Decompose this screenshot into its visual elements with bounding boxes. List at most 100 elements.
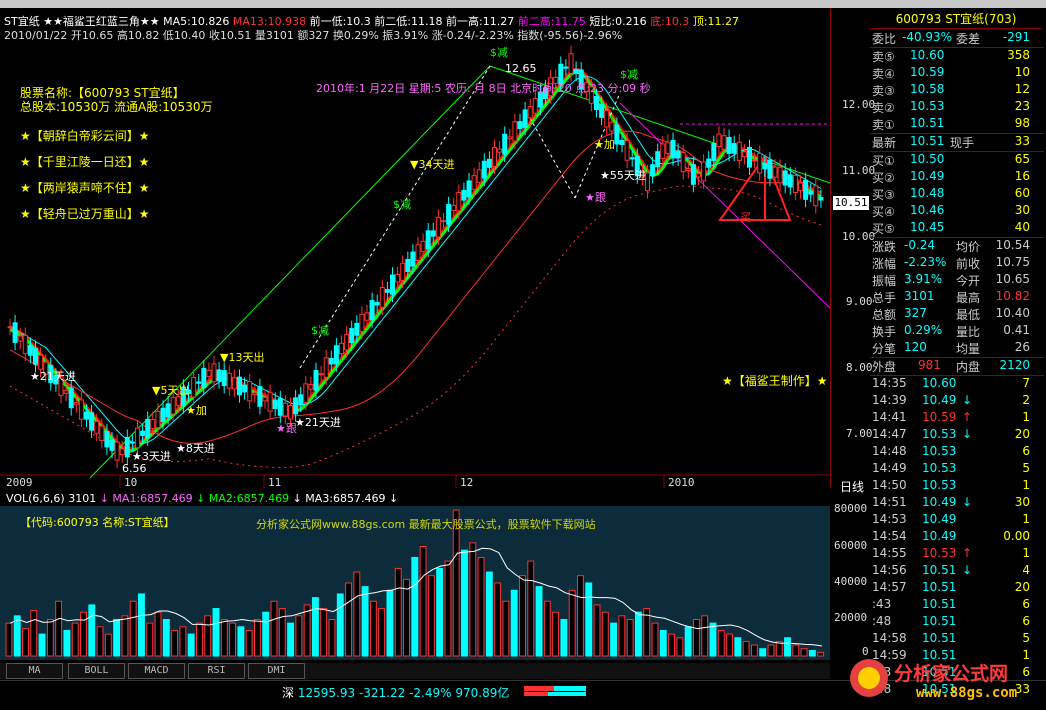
cell: 981 <box>918 358 941 372</box>
volume-bar <box>303 604 311 657</box>
cell: 3101 <box>904 289 935 303</box>
cell: 16 <box>1014 169 1030 183</box>
candle-body <box>696 173 701 178</box>
signal-8: ★8天进 <box>176 442 215 455</box>
volume-bar <box>543 600 551 657</box>
cell: 14:53 <box>872 512 907 526</box>
signal-34: ▼34天进 <box>410 158 455 171</box>
volume-bar <box>436 567 444 657</box>
cell: 14:51 <box>872 495 907 509</box>
candle-body <box>262 396 268 402</box>
volume-bar <box>278 608 286 657</box>
cell: 10.50 <box>910 152 945 166</box>
candle-body <box>435 216 441 238</box>
tab-boll[interactable]: BOLL <box>68 663 125 679</box>
latest-row: 最新 10.51 现手 33 <box>870 134 1042 151</box>
volume-bar <box>138 593 145 657</box>
candle-body <box>308 383 314 390</box>
candle-body <box>354 322 360 336</box>
candle-body <box>390 274 395 295</box>
cell: 14:39 <box>872 393 907 407</box>
candle-body <box>216 369 222 382</box>
tick-row: 14:58 10.51 5 <box>870 631 1042 648</box>
cell: 14:54 <box>872 529 907 543</box>
candle-body <box>410 251 416 267</box>
quote-rows: 委比 -40.93% 委差 -291 卖⑤ 10.60 358 卖④ 10.59 10 卖③ 10.5… <box>870 30 1044 696</box>
candle-body <box>420 240 426 252</box>
candle-body <box>512 121 518 142</box>
candle-body <box>191 376 197 398</box>
cell: 买④ <box>872 205 895 219</box>
volume-bar <box>237 626 245 657</box>
candle-body <box>221 370 227 387</box>
volume-bar <box>187 633 195 657</box>
candle-body <box>73 402 79 406</box>
volume-bar <box>601 611 609 657</box>
logo-text: 分析家公式网 <box>894 663 1009 685</box>
cell: 10.49 <box>922 393 957 407</box>
volume-bar <box>361 586 369 657</box>
cell: 买⑤ <box>872 222 895 236</box>
volume-bar <box>709 622 717 657</box>
volume-bar <box>444 560 452 657</box>
stat-row: 振幅 3.91% 今开 10.65 <box>870 272 1042 289</box>
candle-body <box>752 159 758 162</box>
volume-bar <box>808 650 816 657</box>
breadth-bar-icon <box>524 686 586 696</box>
tab-macd[interactable]: MACD <box>128 663 185 679</box>
cell: 买① <box>872 154 895 168</box>
candle-body <box>94 421 100 434</box>
volume-bar <box>336 593 344 657</box>
cell: 今开 <box>956 274 981 288</box>
candle-body <box>665 141 671 155</box>
jia-label-1: ★加 <box>594 138 615 151</box>
candle-body <box>293 397 299 415</box>
candle-body <box>288 405 293 420</box>
cell: 14:41 <box>872 410 907 424</box>
volume-bar <box>485 571 493 657</box>
volume-bar <box>419 546 427 657</box>
candle-body <box>400 262 406 281</box>
vol-tick: 60000 <box>834 539 868 552</box>
cell: 分笔 <box>872 342 897 356</box>
candle-body <box>721 135 727 150</box>
volume-bar <box>129 600 137 657</box>
volume-bar <box>477 556 485 657</box>
volume-bar <box>88 604 96 657</box>
volume-bar <box>552 611 560 657</box>
cell: 现手 <box>950 136 975 150</box>
period-label[interactable]: 日线 <box>840 478 864 495</box>
cell: 最新 <box>872 136 897 150</box>
candle-body <box>425 230 431 250</box>
cell: -40.93% <box>902 30 953 44</box>
signal-55: ★55天进 <box>600 169 646 182</box>
buy-row: 买④ 10.46 30 <box>870 203 1042 220</box>
gen-label-2: ★跟 <box>276 422 297 435</box>
candle-body <box>328 357 334 365</box>
tick-row: 14:48 10.53 6 <box>870 444 1042 461</box>
cell: 30 <box>1014 203 1030 217</box>
candle-body <box>461 189 467 201</box>
volume-bar <box>568 589 576 657</box>
candle-body <box>456 191 462 212</box>
cell: ↓ <box>962 563 973 577</box>
cell: 买③ <box>872 188 895 202</box>
candle-body <box>757 152 763 174</box>
cell: 前收 <box>956 257 981 271</box>
volume-bar <box>63 629 71 657</box>
volume-bar <box>46 619 54 657</box>
volume-bar <box>328 619 336 657</box>
candle-body <box>675 150 681 159</box>
volume-bar <box>742 640 750 657</box>
cell: 2120 <box>999 358 1030 372</box>
tab-ma[interactable]: MA <box>6 663 63 679</box>
candle-body <box>145 418 151 439</box>
tab-rsi[interactable]: RSI <box>188 663 245 679</box>
volume-bar <box>229 622 237 657</box>
tick-row: 14:49 10.53 5 <box>870 461 1042 478</box>
candle-body <box>7 326 13 329</box>
volume-bar <box>684 626 692 657</box>
stat-row: 换手 0.29% 量比 0.41 <box>870 323 1042 340</box>
tab-dmi[interactable]: DMI <box>248 663 305 679</box>
volume-bar <box>651 622 659 657</box>
